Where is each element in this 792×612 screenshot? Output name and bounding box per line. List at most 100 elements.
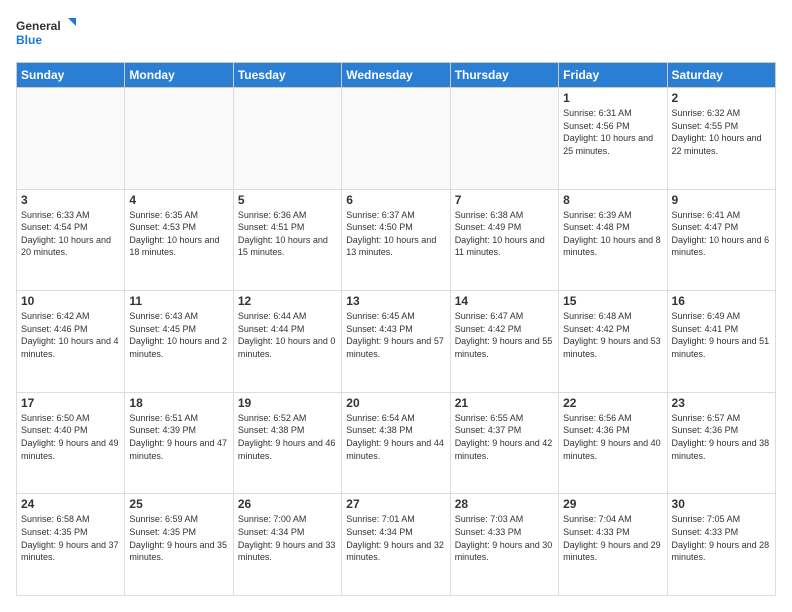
day-info: Sunrise: 6:35 AMSunset: 4:53 PMDaylight:…: [129, 210, 219, 258]
calendar-cell: [342, 88, 450, 190]
calendar-cell: [125, 88, 233, 190]
calendar-cell: 26 Sunrise: 7:00 AMSunset: 4:34 PMDayligh…: [233, 494, 341, 596]
day-number: 17: [21, 396, 120, 410]
day-info: Sunrise: 6:59 AMSunset: 4:35 PMDaylight:…: [129, 514, 227, 562]
day-info: Sunrise: 7:05 AMSunset: 4:33 PMDaylight:…: [672, 514, 770, 562]
day-header: Wednesday: [342, 63, 450, 88]
calendar-cell: 27 Sunrise: 7:01 AMSunset: 4:34 PMDayligh…: [342, 494, 450, 596]
day-number: 29: [563, 497, 662, 511]
day-info: Sunrise: 6:36 AMSunset: 4:51 PMDaylight:…: [238, 210, 328, 258]
day-number: 25: [129, 497, 228, 511]
logo: General Blue: [16, 16, 76, 52]
day-info: Sunrise: 6:41 AMSunset: 4:47 PMDaylight:…: [672, 210, 770, 258]
day-header: Tuesday: [233, 63, 341, 88]
day-number: 20: [346, 396, 445, 410]
calendar-cell: [233, 88, 341, 190]
day-number: 11: [129, 294, 228, 308]
calendar-cell: [17, 88, 125, 190]
calendar-cell: 10 Sunrise: 6:42 AMSunset: 4:46 PMDayligh…: [17, 291, 125, 393]
day-info: Sunrise: 6:39 AMSunset: 4:48 PMDaylight:…: [563, 210, 661, 258]
day-info: Sunrise: 6:33 AMSunset: 4:54 PMDaylight:…: [21, 210, 111, 258]
day-info: Sunrise: 6:51 AMSunset: 4:39 PMDaylight:…: [129, 413, 227, 461]
day-number: 21: [455, 396, 554, 410]
day-header: Saturday: [667, 63, 775, 88]
calendar-cell: 19 Sunrise: 6:52 AMSunset: 4:38 PMDayligh…: [233, 392, 341, 494]
day-number: 19: [238, 396, 337, 410]
logo-svg: General Blue: [16, 16, 76, 52]
calendar-cell: 17 Sunrise: 6:50 AMSunset: 4:40 PMDayligh…: [17, 392, 125, 494]
calendar-cell: 21 Sunrise: 6:55 AMSunset: 4:37 PMDayligh…: [450, 392, 558, 494]
day-info: Sunrise: 6:37 AMSunset: 4:50 PMDaylight:…: [346, 210, 436, 258]
day-number: 28: [455, 497, 554, 511]
day-number: 22: [563, 396, 662, 410]
header: General Blue: [16, 16, 776, 52]
day-info: Sunrise: 6:57 AMSunset: 4:36 PMDaylight:…: [672, 413, 770, 461]
day-info: Sunrise: 6:56 AMSunset: 4:36 PMDaylight:…: [563, 413, 661, 461]
calendar-cell: 8Sunrise: 6:39 AMSunset: 4:48 PMDaylight…: [559, 189, 667, 291]
day-info: Sunrise: 6:31 AMSunset: 4:56 PMDaylight:…: [563, 108, 653, 156]
day-number: 1: [563, 91, 662, 105]
day-info: Sunrise: 6:47 AMSunset: 4:42 PMDaylight:…: [455, 311, 553, 359]
calendar-cell: 14 Sunrise: 6:47 AMSunset: 4:42 PMDayligh…: [450, 291, 558, 393]
day-info: Sunrise: 7:01 AMSunset: 4:34 PMDaylight:…: [346, 514, 444, 562]
day-number: 27: [346, 497, 445, 511]
calendar-cell: 30 Sunrise: 7:05 AMSunset: 4:33 PMDayligh…: [667, 494, 775, 596]
calendar-cell: 2 Sunrise: 6:32 AMSunset: 4:55 PMDaylight…: [667, 88, 775, 190]
calendar-cell: 18Sunrise: 6:51 AMSunset: 4:39 PMDayligh…: [125, 392, 233, 494]
calendar-cell: 11 Sunrise: 6:43 AMSunset: 4:45 PMDayligh…: [125, 291, 233, 393]
calendar-cell: 15 Sunrise: 6:48 AMSunset: 4:42 PMDayligh…: [559, 291, 667, 393]
calendar-cell: 7 Sunrise: 6:38 AMSunset: 4:49 PMDaylight…: [450, 189, 558, 291]
day-info: Sunrise: 6:52 AMSunset: 4:38 PMDaylight:…: [238, 413, 336, 461]
day-info: Sunrise: 6:54 AMSunset: 4:38 PMDaylight:…: [346, 413, 444, 461]
calendar-cell: 20 Sunrise: 6:54 AMSunset: 4:38 PMDayligh…: [342, 392, 450, 494]
day-info: Sunrise: 6:55 AMSunset: 4:37 PMDaylight:…: [455, 413, 553, 461]
day-number: 16: [672, 294, 771, 308]
day-header: Friday: [559, 63, 667, 88]
day-info: Sunrise: 6:49 AMSunset: 4:41 PMDaylight:…: [672, 311, 770, 359]
day-info: Sunrise: 6:42 AMSunset: 4:46 PMDaylight:…: [21, 311, 119, 359]
day-number: 26: [238, 497, 337, 511]
calendar-cell: 13 Sunrise: 6:45 AMSunset: 4:43 PMDayligh…: [342, 291, 450, 393]
day-info: Sunrise: 7:04 AMSunset: 4:33 PMDaylight:…: [563, 514, 661, 562]
day-header: Monday: [125, 63, 233, 88]
calendar: SundayMondayTuesdayWednesdayThursdayFrid…: [16, 62, 776, 596]
calendar-cell: 6 Sunrise: 6:37 AMSunset: 4:50 PMDaylight…: [342, 189, 450, 291]
calendar-cell: 12Sunrise: 6:44 AMSunset: 4:44 PMDayligh…: [233, 291, 341, 393]
day-info: Sunrise: 7:03 AMSunset: 4:33 PMDaylight:…: [455, 514, 553, 562]
calendar-cell: 28 Sunrise: 7:03 AMSunset: 4:33 PMDayligh…: [450, 494, 558, 596]
calendar-cell: 22 Sunrise: 6:56 AMSunset: 4:36 PMDayligh…: [559, 392, 667, 494]
calendar-cell: 25 Sunrise: 6:59 AMSunset: 4:35 PMDayligh…: [125, 494, 233, 596]
day-number: 9: [672, 193, 771, 207]
day-number: 23: [672, 396, 771, 410]
day-info: Sunrise: 6:43 AMSunset: 4:45 PMDaylight:…: [129, 311, 227, 359]
day-number: 30: [672, 497, 771, 511]
day-number: 5: [238, 193, 337, 207]
day-info: Sunrise: 6:32 AMSunset: 4:55 PMDaylight:…: [672, 108, 762, 156]
day-info: Sunrise: 6:48 AMSunset: 4:42 PMDaylight:…: [563, 311, 661, 359]
page: General Blue SundayMondayTuesdayWednesda…: [0, 0, 792, 612]
calendar-cell: 5 Sunrise: 6:36 AMSunset: 4:51 PMDaylight…: [233, 189, 341, 291]
svg-text:General: General: [16, 19, 61, 33]
day-info: Sunrise: 6:45 AMSunset: 4:43 PMDaylight:…: [346, 311, 444, 359]
day-number: 7: [455, 193, 554, 207]
day-info: Sunrise: 6:38 AMSunset: 4:49 PMDaylight:…: [455, 210, 545, 258]
calendar-cell: 24 Sunrise: 6:58 AMSunset: 4:35 PMDayligh…: [17, 494, 125, 596]
day-info: Sunrise: 6:58 AMSunset: 4:35 PMDaylight:…: [21, 514, 119, 562]
day-number: 14: [455, 294, 554, 308]
calendar-cell: 4Sunrise: 6:35 AMSunset: 4:53 PMDaylight…: [125, 189, 233, 291]
day-info: Sunrise: 6:44 AMSunset: 4:44 PMDaylight:…: [238, 311, 336, 359]
day-number: 2: [672, 91, 771, 105]
calendar-cell: 23 Sunrise: 6:57 AMSunset: 4:36 PMDayligh…: [667, 392, 775, 494]
day-number: 15: [563, 294, 662, 308]
day-header: Sunday: [17, 63, 125, 88]
day-number: 6: [346, 193, 445, 207]
day-number: 3: [21, 193, 120, 207]
day-info: Sunrise: 7:00 AMSunset: 4:34 PMDaylight:…: [238, 514, 336, 562]
calendar-cell: 16 Sunrise: 6:49 AMSunset: 4:41 PMDayligh…: [667, 291, 775, 393]
svg-text:Blue: Blue: [16, 33, 42, 47]
day-info: Sunrise: 6:50 AMSunset: 4:40 PMDaylight:…: [21, 413, 119, 461]
day-number: 10: [21, 294, 120, 308]
day-number: 13: [346, 294, 445, 308]
day-number: 24: [21, 497, 120, 511]
calendar-cell: [450, 88, 558, 190]
